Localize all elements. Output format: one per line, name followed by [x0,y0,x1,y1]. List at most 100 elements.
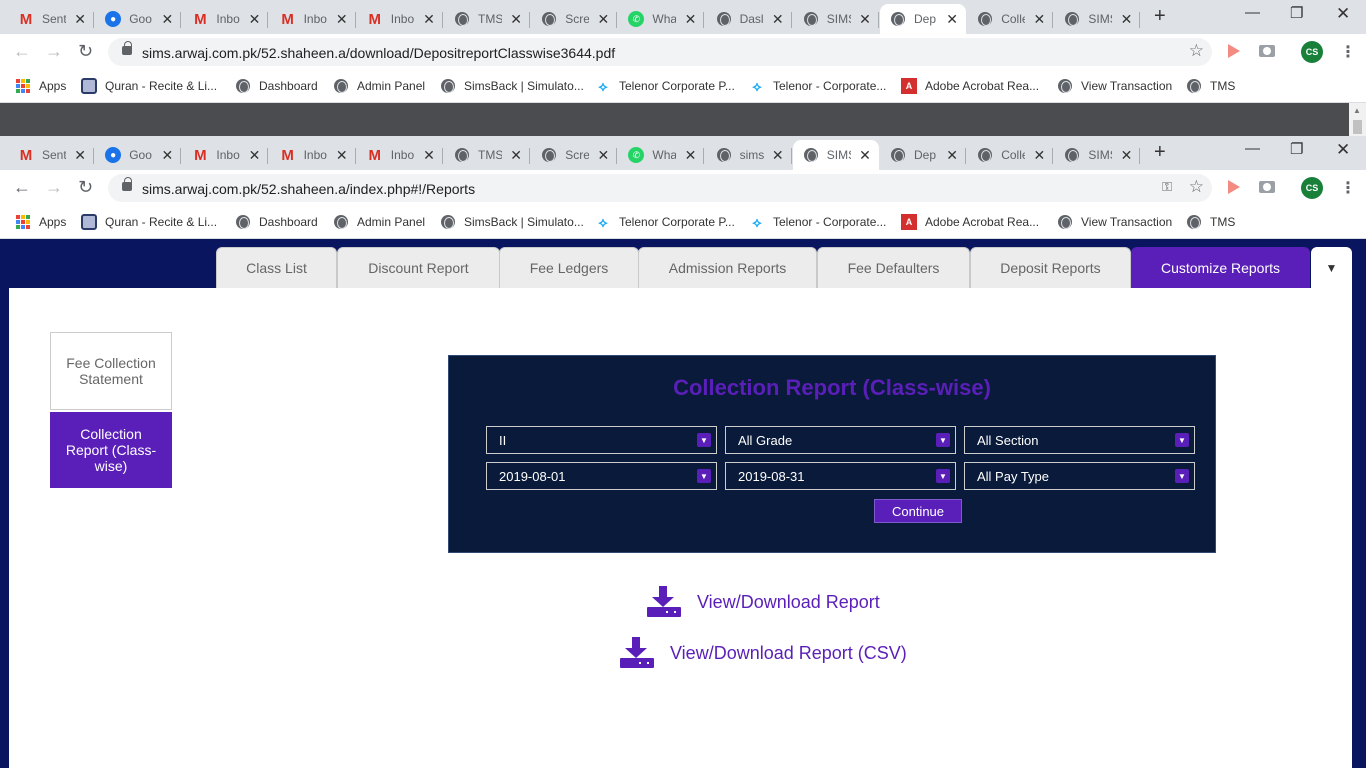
chevron-down-icon[interactable]: ▼ [697,469,711,483]
close-tab-icon[interactable]: ✕ [249,147,261,164]
close-tab-icon[interactable]: ✕ [423,147,435,164]
close-tab-icon[interactable]: ✕ [336,11,348,28]
download-report-link[interactable]: View/Download Report [647,586,880,618]
address-bar[interactable]: sims.arwaj.com.pk/52.shaheen.a/index.php… [108,174,1212,202]
browser-tab[interactable]: sims ✕ [706,140,792,170]
browser-tab[interactable]: ✆ Wha ✕ [618,4,705,34]
minimize-button[interactable]: — [1245,140,1260,157]
browser-tab[interactable]: Colle ✕ [967,140,1054,170]
chevron-down-icon[interactable]: ▼ [697,433,711,447]
profile-avatar[interactable]: CS [1301,177,1323,199]
reload-icon[interactable]: ↻ [78,177,93,198]
browser-tab[interactable]: M Inbo ✕ [357,4,443,34]
back-arrow-icon[interactable]: ← [13,177,31,198]
bookmark-item[interactable]: Admin Panel [333,78,425,94]
bookmark-item[interactable]: Dashboard [235,78,318,94]
bookmark-item[interactable]: Apps [15,78,66,94]
profile-avatar[interactable]: CS [1301,41,1323,63]
bookmark-item[interactable]: ⟡ Telenor Corporate P... [595,214,735,230]
close-tab-icon[interactable]: ✕ [685,11,697,28]
close-tab-icon[interactable]: ✕ [161,147,173,164]
browser-tab[interactable]: SIMS ✕ [1054,140,1141,170]
extension-cast-icon[interactable] [1228,180,1242,194]
restore-button[interactable]: ❐ [1290,140,1303,158]
sidebar-item-fee-collection-statement[interactable]: Fee Collection Statement [50,332,172,410]
pay-type-select[interactable]: All Pay Type ▼ [964,462,1195,490]
close-tab-icon[interactable]: ✕ [1033,147,1045,164]
browser-tab[interactable]: M Sent ✕ [8,4,94,34]
close-tab-icon[interactable]: ✕ [1121,147,1133,164]
tab-fee-defaulters[interactable]: Fee Defaulters [817,247,970,288]
section-select[interactable]: All Section ▼ [964,426,1195,454]
close-tab-icon[interactable]: ✕ [946,147,958,164]
camera-icon[interactable] [1259,181,1275,193]
browser-tab[interactable]: M Sent ✕ [8,140,94,170]
close-tab-icon[interactable]: ✕ [597,11,609,28]
forward-arrow-icon[interactable]: → [45,41,63,62]
browser-tab[interactable]: M Inbo ✕ [270,4,356,34]
scroll-up-icon[interactable]: ▲ [1353,106,1361,115]
close-tab-icon[interactable]: ✕ [510,11,522,28]
download-report-csv-label[interactable]: View/Download Report (CSV) [670,643,907,664]
bookmark-item[interactable]: SimsBack | Simulato... [440,214,584,230]
bookmark-item[interactable]: View Transaction [1057,78,1172,94]
close-window-button[interactable]: ✕ [1336,140,1350,160]
close-tab-icon[interactable]: ✕ [336,147,348,164]
browser-tab[interactable]: SIMS ✕ [793,4,879,34]
new-tab-button[interactable]: + [1154,5,1166,28]
bookmark-item[interactable]: Apps [15,214,66,230]
address-url[interactable]: sims.arwaj.com.pk/52.shaheen.a/index.php… [142,181,475,197]
close-tab-icon[interactable]: ✕ [510,147,522,164]
tab-fee-ledgers[interactable]: Fee Ledgers [499,247,639,288]
browser-tab[interactable]: Scre ✕ [531,140,618,170]
bookmark-item[interactable]: A Adobe Acrobat Rea... [901,214,1039,230]
browser-tab[interactable]: M Inbo ✕ [270,140,356,170]
browser-tab[interactable]: Dep ✕ [880,4,966,34]
download-report-csv-link[interactable]: View/Download Report (CSV) [620,637,907,669]
bookmark-item[interactable]: A Adobe Acrobat Rea... [901,78,1039,94]
bookmark-item[interactable]: Dashboard [235,214,318,230]
tab-customize-reports[interactable]: Customize Reports [1131,247,1310,288]
bookmark-item[interactable]: SimsBack | Simulato... [440,78,584,94]
to-date-select[interactable]: 2019-08-31 ▼ [725,462,956,490]
browser-menu-icon[interactable]: ⋮ [1340,178,1356,198]
bookmark-item[interactable]: Quran - Recite & Li... [81,78,217,94]
back-arrow-icon[interactable]: ← [13,41,31,62]
camera-icon[interactable] [1259,45,1275,57]
tab-deposit-reports[interactable]: Deposit Reports [970,247,1131,288]
bookmark-item[interactable]: View Transaction [1057,214,1172,230]
chevron-down-icon[interactable]: ▼ [936,469,950,483]
browser-tab[interactable]: TMS ✕ [444,4,530,34]
close-tab-icon[interactable]: ✕ [74,147,86,164]
browser-tab[interactable]: SIMS ✕ [1054,4,1141,34]
scrollbar[interactable]: ▲ [1349,103,1366,136]
browser-tab[interactable]: M Inbo ✕ [357,140,443,170]
chevron-down-icon[interactable]: ▼ [1175,469,1189,483]
browser-tab[interactable]: M Inbo ✕ [182,4,269,34]
bookmark-item[interactable]: TMS [1186,214,1235,230]
minimize-button[interactable]: — [1245,4,1260,21]
tab-class-list[interactable]: Class List [216,247,337,288]
download-report-label[interactable]: View/Download Report [697,592,880,613]
browser-tab[interactable]: ● Goo ✕ [95,4,182,34]
browser-tab[interactable]: Dep ✕ [880,140,966,170]
bookmark-item[interactable]: ⟡ Telenor - Corporate... [749,214,886,230]
bookmark-item[interactable]: ⟡ Telenor Corporate P... [595,78,735,94]
extension-cast-icon[interactable] [1228,44,1242,58]
close-tab-icon[interactable]: ✕ [74,11,86,28]
restore-button[interactable]: ❐ [1290,4,1303,22]
close-tab-icon[interactable]: ✕ [249,11,261,28]
chevron-down-icon[interactable]: ▼ [1175,433,1189,447]
chevron-down-icon[interactable]: ▼ [936,433,950,447]
tab-discount-report[interactable]: Discount Report [337,247,500,288]
browser-tab[interactable]: TMS ✕ [444,140,530,170]
close-tab-icon[interactable]: ✕ [685,147,697,164]
browser-tab[interactable]: ✆ Wha ✕ [618,140,705,170]
browser-tab[interactable]: ● Goo ✕ [95,140,182,170]
sidebar-item-collection-report-classwise[interactable]: Collection Report (Class-wise) [50,412,172,488]
browser-menu-icon[interactable]: ⋮ [1340,42,1356,62]
grade-select[interactable]: All Grade ▼ [725,426,956,454]
close-tab-icon[interactable]: ✕ [597,147,609,164]
close-tab-icon[interactable]: ✕ [772,11,784,28]
address-bar[interactable]: sims.arwaj.com.pk/52.shaheen.a/download/… [108,38,1212,66]
